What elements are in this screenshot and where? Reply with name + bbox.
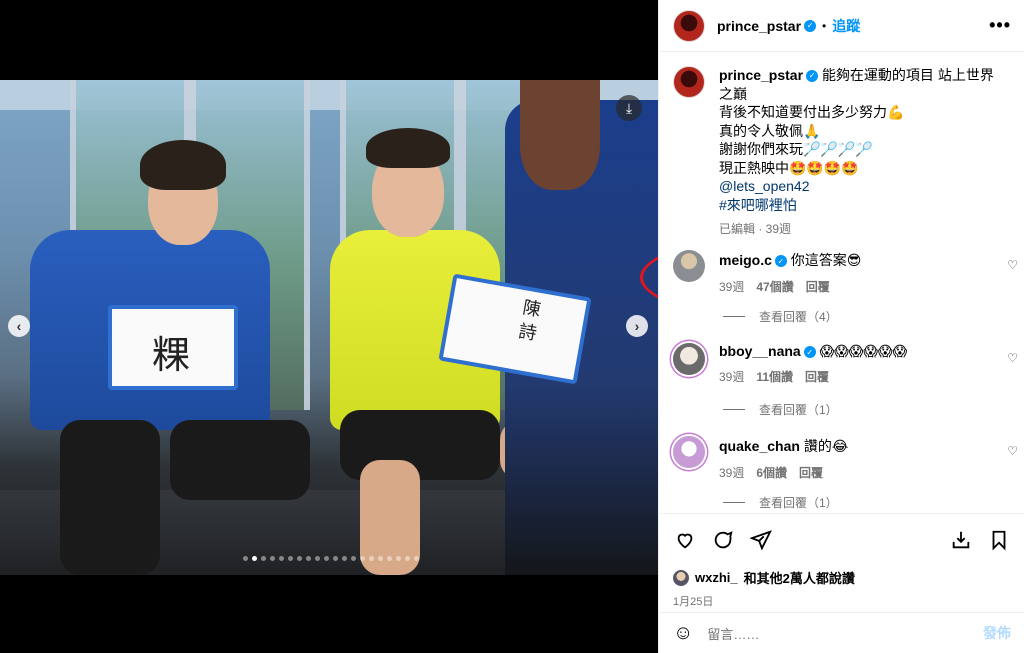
view-replies-label: 查看回覆（1） [759, 403, 838, 417]
carousel-dot [369, 556, 374, 561]
more-options-icon[interactable]: ••• [989, 15, 1011, 36]
view-replies-button[interactable]: 查看回覆（4） [723, 308, 838, 325]
heart-icon[interactable]: ♡ [1007, 444, 1018, 458]
comment-username[interactable]: meigo.c [719, 252, 772, 268]
carousel-dot [414, 556, 419, 561]
comment-text: 你這答案😎 [790, 252, 862, 268]
carousel-dot [297, 556, 302, 561]
comment-item: quake_chan 讚的😂 39週 6個讚 回覆 ♡ [673, 436, 1018, 481]
comment-item: meigo.c ✓ 你這答案😎 39週 47個讚 回覆 ♡ [673, 250, 1018, 295]
save-post-icon[interactable] [949, 528, 973, 552]
carousel-dot [279, 556, 284, 561]
download-icon[interactable]: ⤓ [616, 95, 642, 121]
bookmark-icon[interactable] [987, 528, 1011, 552]
avatar[interactable] [673, 66, 705, 98]
verified-badge-icon: ✓ [774, 255, 787, 268]
avatar[interactable] [673, 250, 705, 282]
avatar [673, 569, 689, 586]
caption-line: 真的令人敬佩🙏 [719, 122, 821, 139]
comment-icon[interactable] [711, 528, 735, 552]
carousel-indicator [243, 556, 419, 561]
carousel-dot [243, 556, 248, 561]
view-replies-button[interactable]: 查看回覆（1） [723, 401, 838, 418]
comment-text: 😱😱😱😱😱😱 [819, 343, 908, 359]
reply-button[interactable]: 回覆 [799, 464, 823, 481]
view-replies-label: 查看回覆（4） [759, 310, 838, 324]
comment-text: 讚的😂 [803, 438, 849, 454]
header-separator: • [822, 18, 827, 33]
carousel-dot [315, 556, 320, 561]
avatar[interactable] [673, 343, 705, 375]
comment-likes[interactable]: 11個讚 [756, 368, 793, 385]
carousel-dot [270, 556, 275, 561]
heart-icon[interactable]: ♡ [1007, 258, 1018, 272]
whiteboard-left-text: 粿 [152, 333, 191, 377]
avatar[interactable] [673, 436, 705, 468]
caption-meta: 已編輯 · 39週 [719, 222, 792, 236]
view-replies-label: 查看回覆（1） [759, 496, 838, 510]
carousel-dot [324, 556, 329, 561]
view-replies-button[interactable]: 查看回覆（1） [723, 494, 838, 511]
comment-likes[interactable]: 47個讚 [756, 278, 793, 295]
heart-icon[interactable]: ♡ [1007, 351, 1018, 365]
comment-input[interactable]: 留言…… [707, 624, 969, 643]
comment-composer: ☺ 留言…… 發佈 [659, 612, 1024, 653]
avatar[interactable] [673, 9, 705, 42]
mention-link[interactable]: @lets_open42 [719, 177, 1004, 196]
header-username[interactable]: prince_pstar [717, 18, 801, 34]
carousel-dot [306, 556, 311, 561]
whiteboard-right-text: 陳 詩 [516, 297, 543, 345]
carousel-dot [342, 556, 347, 561]
reply-button[interactable]: 回覆 [805, 368, 829, 385]
verified-badge-icon: ✓ [803, 346, 816, 359]
comment-time[interactable]: 39週 [719, 464, 744, 481]
post-date: 1月25日 [673, 596, 714, 608]
share-icon[interactable] [749, 528, 773, 552]
emoji-icon[interactable]: ☺ [673, 622, 693, 645]
heart-icon[interactable] [673, 528, 697, 552]
caption-username[interactable]: prince_pstar [719, 67, 803, 83]
likes-text[interactable]: 和其他2萬人都說讚 [744, 568, 855, 587]
carousel-dot [387, 556, 392, 561]
post-header: prince_pstar ✓ • 追蹤 ••• [659, 0, 1024, 52]
chevron-left-icon[interactable]: ‹ [8, 315, 30, 337]
comment-username[interactable]: quake_chan [719, 438, 800, 454]
carousel-dot [261, 556, 266, 561]
caption-line: 背後不知道要付出多少努力💪 [719, 104, 905, 120]
carousel-dot [378, 556, 383, 561]
post-side-panel: prince_pstar ✓ • 追蹤 ••• prince_pstar ✓ 能夠… [658, 0, 1024, 653]
post-caption: prince_pstar ✓ 能夠在運動的項目 站上世界之巔 背後不知道要付出多少… [673, 66, 1018, 239]
comment-time[interactable]: 39週 [719, 368, 744, 385]
carousel-dot [396, 556, 401, 561]
comment-likes[interactable]: 6個讚 [756, 464, 787, 481]
post-actions: wxzhi_ 和其他2萬人都說讚 1月25日 [659, 513, 1024, 609]
post-photo[interactable]: 粿 陳 詩 [0, 80, 658, 575]
comment-time[interactable]: 39週 [719, 278, 744, 295]
follow-button[interactable]: 追蹤 [832, 16, 860, 36]
post-comment-button[interactable]: 發佈 [983, 623, 1011, 643]
carousel-dot [351, 556, 356, 561]
hashtag-link[interactable]: #來吧哪裡怕 [719, 196, 1004, 215]
likes-summary[interactable]: wxzhi_ 和其他2萬人都說讚 [673, 568, 1011, 587]
chevron-right-icon[interactable]: › [626, 315, 648, 337]
caption-line: 謝謝你們來玩🏸🏸🏸🏸 [719, 141, 873, 157]
post-media: 粿 陳 詩 ⤓ ‹ › [0, 0, 658, 653]
carousel-dot [252, 556, 257, 561]
verified-badge-icon: ✓ [806, 70, 819, 83]
whiteboard-left: 粿 [108, 305, 238, 390]
comment-username[interactable]: bboy__nana [719, 343, 801, 359]
caption-line: 現正熱映中🤩🤩🤩🤩 [719, 159, 859, 176]
likes-user[interactable]: wxzhi_ [695, 570, 738, 585]
carousel-dot [405, 556, 410, 561]
comment-item: bboy__nana ✓ 😱😱😱😱😱😱 39週 11個讚 回覆 ♡ [673, 343, 1018, 385]
carousel-dot [333, 556, 338, 561]
reply-button[interactable]: 回覆 [806, 278, 830, 295]
carousel-dot [360, 556, 365, 561]
verified-badge-icon: ✓ [804, 19, 817, 32]
carousel-dot [288, 556, 293, 561]
